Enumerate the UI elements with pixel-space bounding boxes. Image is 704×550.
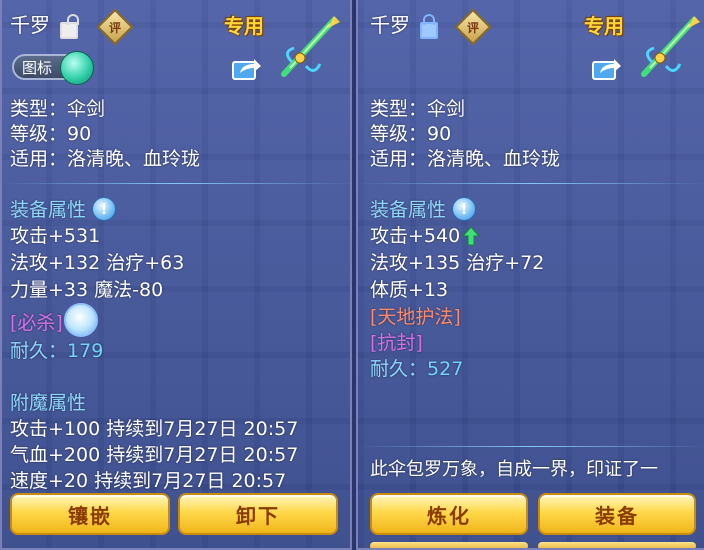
arrow-up-icon	[462, 226, 480, 246]
durability: 耐久：179	[10, 340, 103, 362]
divider	[2, 183, 350, 184]
enchant-title: 附魔属性	[10, 392, 87, 414]
rating-badge[interactable]: 评	[96, 8, 134, 46]
enchant-line: 气血+200 持续到7月27日 20:57	[10, 444, 299, 466]
divider	[358, 183, 704, 184]
attr-line: 攻击+540	[370, 225, 461, 247]
umbrella-sword-icon	[641, 16, 700, 77]
icon-toggle-label: 图标	[22, 59, 53, 77]
skill-label[interactable]: [必杀]	[10, 312, 63, 334]
lock-icon[interactable]	[420, 14, 438, 39]
item-type: 类型：伞剑	[370, 98, 466, 120]
item-applies: 适用：洛清晚、血玲珑	[10, 148, 201, 170]
equip-attr-title: 装备属性	[10, 199, 87, 221]
rating-badge-label: 评	[108, 20, 121, 35]
item-type: 类型：伞剑	[10, 98, 106, 120]
compare-item-panel: 千罗 评 专用 类型：伞剑 等级：90 适用：洛清晚、血玲珑 装备属性 ! 攻击…	[356, 0, 704, 550]
divider	[358, 446, 704, 447]
exclusive-label: 专用	[584, 14, 624, 38]
item-applies: 适用：洛清晚、血玲珑	[370, 148, 561, 170]
share-icon[interactable]	[592, 56, 622, 80]
info-icon[interactable]: !	[452, 197, 476, 221]
item-name: 千罗	[370, 13, 410, 37]
toggle-knob	[60, 51, 94, 85]
unequip-button[interactable]: 卸下	[178, 493, 338, 535]
durability-label: 耐久：	[370, 358, 428, 380]
enchant-line: 攻击+100 持续到7月27日 20:57	[10, 418, 299, 440]
durability: 耐久：527	[370, 358, 463, 380]
attr-line: 体质+13	[370, 279, 449, 301]
durability-label: 耐久：	[10, 340, 68, 362]
info-icon[interactable]: !	[92, 197, 116, 221]
item-name: 千罗	[10, 13, 50, 37]
skill-label[interactable]: [抗封]	[370, 332, 423, 354]
umbrella-sword-icon	[281, 16, 340, 77]
item-level: 等级：90	[10, 123, 92, 145]
equip-attr-title: 装备属性	[370, 199, 447, 221]
icon-toggle[interactable]: 图标	[12, 51, 94, 85]
button-strip	[538, 542, 696, 548]
attr-line: 法攻+132 治疗+63	[10, 252, 185, 274]
enchant-line: 速度+20 持续到7月27日 20:57	[10, 470, 287, 492]
attr-line: 力量+33 魔法-80	[10, 279, 164, 301]
special-skill[interactable]: [天地护法]	[370, 306, 461, 328]
unlock-icon[interactable]	[60, 14, 79, 39]
rating-badge-label: 评	[466, 20, 479, 35]
durability-value: 527	[427, 358, 464, 380]
item-level: 等级：90	[370, 123, 452, 145]
inlay-button[interactable]: 镶嵌	[10, 493, 170, 535]
button-strip	[370, 542, 528, 548]
attr-line: 法攻+135 治疗+72	[370, 252, 545, 274]
refine-button[interactable]: 炼化	[370, 493, 528, 535]
item-description: 此伞包罗万象，自成一界，印证了一	[370, 459, 658, 480]
equip-button[interactable]: 装备	[538, 493, 696, 535]
equipped-item-panel: 千罗 评 专用 图标 类型：伞剑 等级：90 适用：洛清晚、血玲珑 装备属性 !…	[0, 0, 352, 550]
attr-line: 攻击+531	[10, 225, 101, 247]
exclusive-label: 专用	[224, 14, 264, 38]
rating-badge[interactable]: 评	[454, 8, 492, 46]
skill-icon[interactable]	[64, 303, 98, 337]
share-icon[interactable]	[232, 56, 262, 80]
durability-value: 179	[67, 340, 104, 362]
